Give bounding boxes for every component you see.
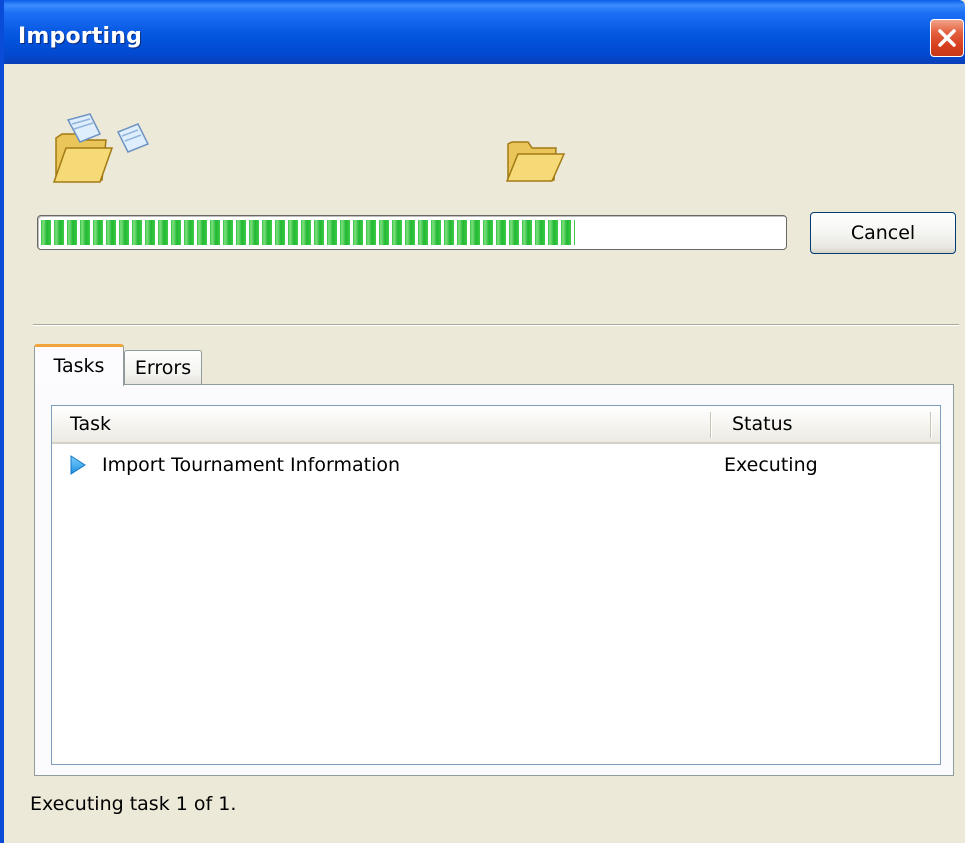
title-bar[interactable]: Importing — [4, 0, 965, 64]
folder-open-icon — [505, 141, 566, 182]
close-button[interactable] — [930, 19, 964, 57]
task-list-header: Task Status — [52, 406, 940, 444]
separator — [33, 324, 959, 326]
status-text: Executing task 1 of 1. — [30, 793, 237, 815]
import-dialog: Importing Cancel Tasks Errors Task Statu… — [0, 0, 965, 843]
progress-bar — [37, 215, 787, 250]
column-header-task[interactable]: Task — [70, 406, 710, 442]
close-icon — [938, 29, 956, 47]
tab-errors[interactable]: Errors — [124, 350, 202, 384]
column-header-status[interactable]: Status — [732, 406, 932, 442]
task-list[interactable]: Task Status Import Tournament Informatio… — [51, 405, 941, 765]
folder-open-with-file-icon — [52, 113, 150, 183]
tab-tasks[interactable]: Tasks — [34, 344, 124, 386]
play-arrow-icon — [70, 455, 86, 475]
tasks-tab-panel: Task Status Import Tournament Informatio… — [34, 384, 954, 776]
task-name: Import Tournament Information — [102, 454, 401, 476]
task-row[interactable]: Import Tournament Information Executing — [52, 448, 940, 482]
column-divider[interactable] — [930, 412, 932, 438]
cancel-button[interactable]: Cancel — [810, 212, 956, 254]
column-divider[interactable] — [710, 412, 712, 438]
progress-fill — [41, 220, 576, 245]
window-title: Importing — [18, 24, 143, 49]
task-status: Executing — [724, 454, 818, 476]
